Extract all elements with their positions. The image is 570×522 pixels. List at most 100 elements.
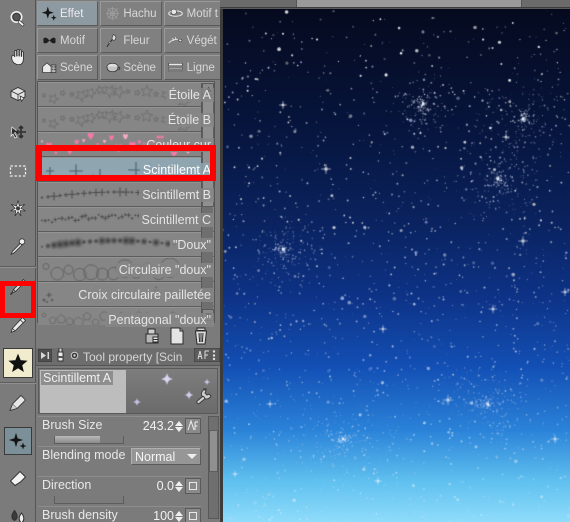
canvas-area[interactable] <box>220 0 570 522</box>
category-button-label: Scène <box>123 61 156 74</box>
sub-tool-palette: Effet Hachu Motif t Motif Fleur Végét Sc… <box>36 0 225 348</box>
move-layer-icon <box>8 123 28 143</box>
tool-decoration[interactable] <box>3 348 33 378</box>
sub-tool-list-item[interactable]: Scintillemt C <box>38 207 214 232</box>
sub-tool-list-item[interactable]: Étoile B <box>38 107 214 132</box>
tool-property-row: Brush density 100 <box>38 506 201 522</box>
tool-eraser[interactable] <box>0 460 36 498</box>
category-button-vgt[interactable]: Végét <box>163 28 225 53</box>
palette-menu-icon[interactable] <box>37 348 53 365</box>
value-stepper[interactable] <box>175 419 184 434</box>
magic-wand-icon <box>8 199 28 219</box>
hand-icon <box>8 47 28 67</box>
brush-size-settings-icon[interactable] <box>185 418 201 434</box>
drawing-canvas[interactable] <box>223 9 570 522</box>
square-icon[interactable] <box>185 478 201 494</box>
palette-options-icon[interactable] <box>193 348 220 365</box>
sub-tool-list[interactable]: Étoile A Étoile B Couleur cur Scintillemt A… <box>37 81 215 332</box>
sub-tool-label: Pentagonal "doux" <box>105 312 214 327</box>
tool-icon <box>55 348 66 365</box>
sub-tool-list-item[interactable]: Couleur cur <box>38 132 214 157</box>
tool-property-scrollbar[interactable] <box>208 416 219 519</box>
star-icon <box>8 353 28 373</box>
chevron-down-icon[interactable] <box>187 454 197 459</box>
category-button-label: Ligne <box>186 61 215 74</box>
category-button-label: Hachu <box>123 7 157 20</box>
sub-tool-list-item[interactable]: Scintillemt A <box>38 157 214 182</box>
category-button-label: Motif t <box>186 7 218 20</box>
tool-property-label: Direction <box>42 478 92 492</box>
tool-eyedropper[interactable] <box>0 228 36 266</box>
tool-sparkle-brush[interactable] <box>4 427 32 455</box>
tool-magnifier[interactable] <box>0 0 36 38</box>
tool-pen[interactable] <box>0 268 36 306</box>
tool-hand[interactable] <box>0 38 36 76</box>
sub-tool-category-buttons[interactable]: Effet Hachu Motif t Motif Fleur Végét Sc… <box>36 0 226 82</box>
category-button-motift[interactable]: Motif t <box>163 1 225 26</box>
tool-selection[interactable] <box>0 152 36 190</box>
tool-property-label: Brush Size <box>42 418 103 432</box>
category-button-scne[interactable]: Scène <box>100 55 162 80</box>
tool-property-title-bar: Tool property [Scin <box>36 348 220 366</box>
tool-airbrush[interactable] <box>0 384 36 422</box>
sub-tool-label: Circulaire "doux" <box>115 262 214 277</box>
sub-tool-label: Étoile B <box>164 112 214 127</box>
category-button-fleur[interactable]: Fleur <box>100 28 162 53</box>
category-button-motif[interactable]: Motif <box>37 28 99 53</box>
tool-property-slider[interactable] <box>54 496 124 504</box>
airbrush-icon <box>8 393 28 413</box>
tool-settings-wrench-icon[interactable] <box>194 387 214 412</box>
tool-property-value[interactable]: 243.2 <box>140 419 174 433</box>
sub-tool-list-item[interactable]: Croix circulaire pailletée <box>38 282 214 307</box>
category-button-ligne[interactable]: Ligne <box>163 55 225 80</box>
sub-tool-list-item[interactable]: Scintillemt B <box>38 182 214 207</box>
sub-tool-list-item[interactable]: Étoile A <box>38 82 214 107</box>
tool-property-value[interactable]: 0.0 <box>140 479 174 493</box>
category-button-label: Motif <box>60 34 85 47</box>
value-stepper[interactable] <box>175 479 184 494</box>
category-button-effet[interactable]: Effet <box>37 1 99 26</box>
category-button-label: Fleur <box>123 34 150 47</box>
blending-mode-combo[interactable]: Normal <box>131 448 201 465</box>
register-material-icon[interactable] <box>144 327 162 345</box>
pencil-icon <box>8 315 28 335</box>
tool-palette[interactable] <box>0 0 36 522</box>
sub-tool-label: Scintillemt C <box>138 212 214 227</box>
tool-property-value[interactable]: 100 <box>140 509 174 522</box>
delete-subtool-icon[interactable] <box>192 327 210 345</box>
slider-fill <box>55 436 100 443</box>
tool-auto-select[interactable] <box>0 190 36 228</box>
tool-rotate[interactable] <box>0 76 36 114</box>
tool-blend[interactable] <box>0 498 36 522</box>
tool-property-slider[interactable] <box>54 436 124 444</box>
tool-property-scrollbar-thumb[interactable] <box>209 430 218 472</box>
settings-gear-icon[interactable] <box>69 350 80 364</box>
line-icon <box>167 59 185 77</box>
scenery-house-icon <box>40 59 58 77</box>
value-stepper[interactable] <box>175 509 184 522</box>
tool-move-layer[interactable] <box>0 114 36 152</box>
new-subtool-icon[interactable] <box>168 327 186 345</box>
tool-property-title-label: Tool property [Scin <box>83 349 183 364</box>
flower-icon <box>103 32 121 50</box>
sub-tool-label: Couleur cur <box>143 137 214 152</box>
category-button-hachu[interactable]: Hachu <box>100 1 162 26</box>
eyedropper-icon <box>8 237 28 257</box>
rotate-icon <box>8 85 28 105</box>
sub-tool-list-item[interactable]: "Doux" <box>38 232 214 257</box>
tool-property-row: Brush Size 243.2 <box>38 416 201 446</box>
tool-pencil[interactable] <box>0 306 36 344</box>
square-icon[interactable] <box>185 508 201 522</box>
blending-mode-value: Normal <box>135 449 176 464</box>
sub-tool-bottom-bar <box>37 325 215 347</box>
category-button-label: Effet <box>60 7 84 20</box>
tool-preview-strip: Scintillemt A <box>38 368 218 414</box>
hatching-icon <box>103 5 121 23</box>
tool-property-label: Blending mode <box>42 448 126 462</box>
tool-property-row: Direction 0.0 <box>38 476 201 506</box>
sub-tool-list-item[interactable]: Circulaire "doux" <box>38 257 214 282</box>
sparkle-icon <box>40 5 58 23</box>
sparkle-icon <box>8 431 28 451</box>
category-button-scne[interactable]: Scène <box>37 55 99 80</box>
pattern-icon <box>40 32 58 50</box>
